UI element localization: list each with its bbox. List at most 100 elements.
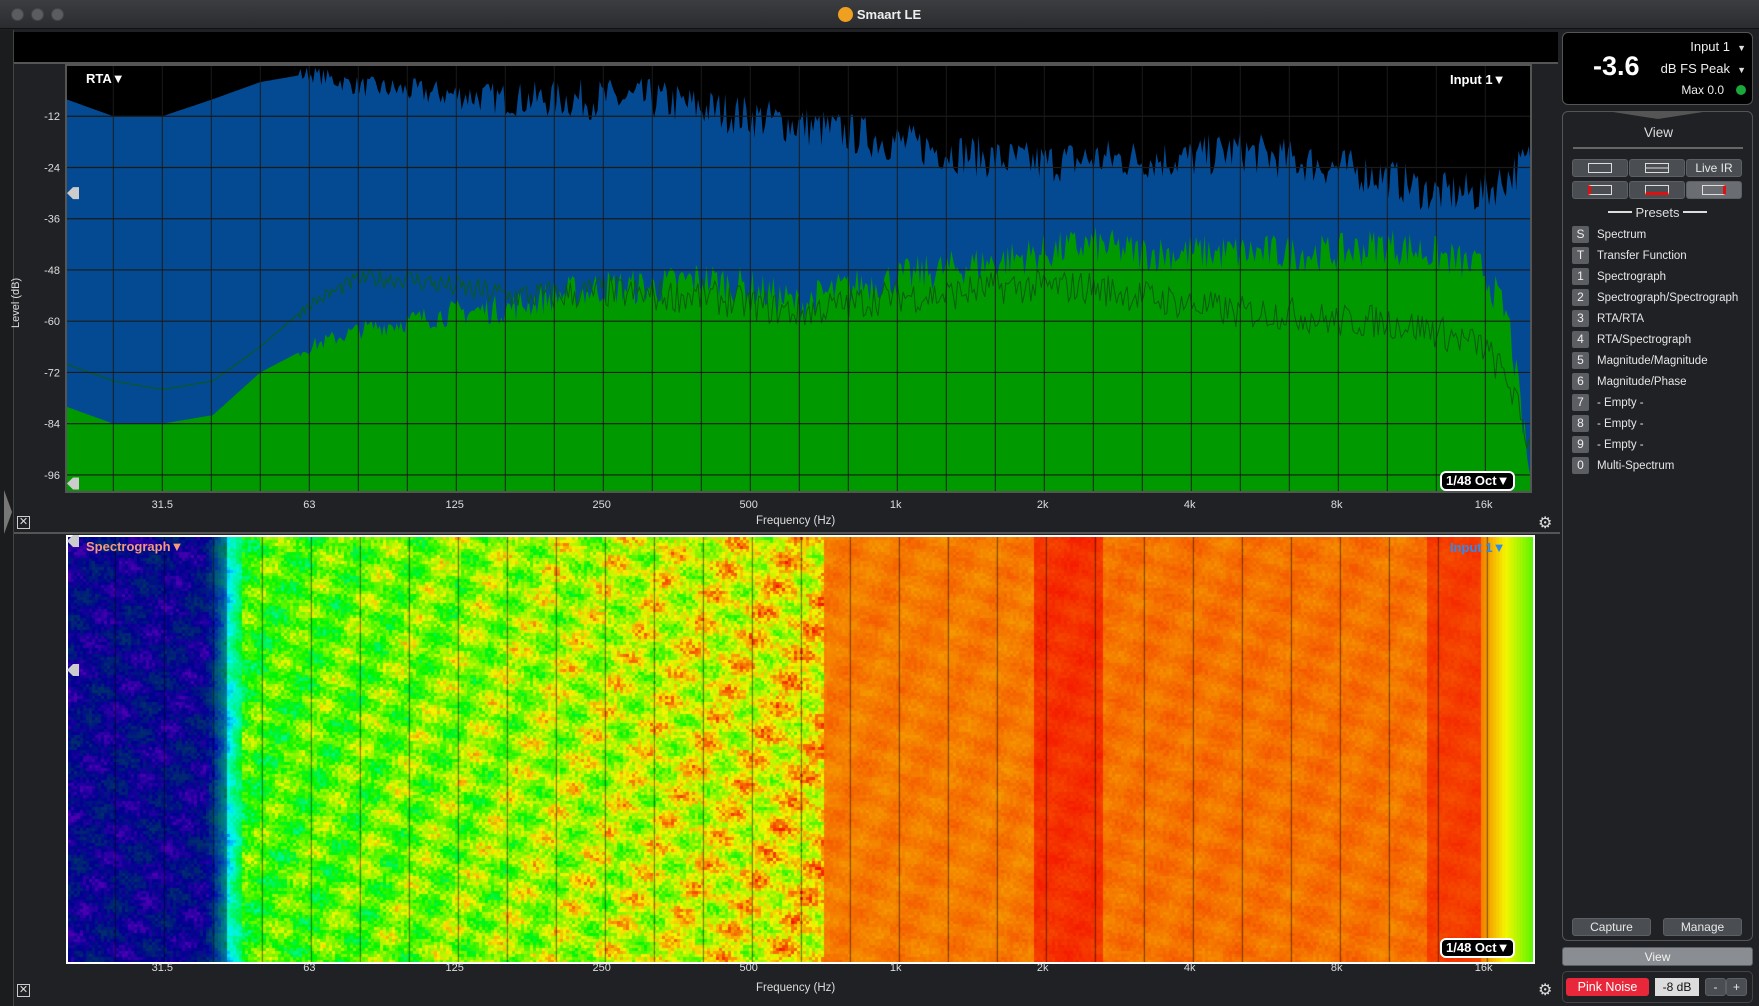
meter-value: -3.6 (1593, 51, 1640, 81)
app-icon (837, 7, 853, 22)
presets-heading: Presets (1562, 205, 1753, 220)
x-tick-label: 2k (1037, 962, 1049, 974)
preset-key: 4 (1572, 331, 1589, 348)
live-ir-button[interactable]: Live IR (1686, 159, 1742, 177)
presets-title: Presets (1635, 205, 1680, 220)
preset-item[interactable]: 8 - Empty - (1572, 414, 1644, 434)
x-tick-label: 63 (303, 962, 315, 974)
meter-input-dropdown[interactable]: Input 1 (1690, 39, 1730, 54)
preset-key: 8 (1572, 415, 1589, 432)
preset-label: Spectrum (1597, 229, 1647, 241)
close-pane-icon[interactable]: ✕ (17, 516, 30, 529)
x-tick-label: 125 (445, 962, 463, 974)
window-title: Smaart LE (856, 7, 922, 22)
y-tick-label: -24 (44, 162, 60, 174)
y-tick-label: -36 (44, 214, 60, 226)
preset-item[interactable]: 4 RTA/Spectrograph (1572, 330, 1691, 350)
manage-button[interactable]: Manage (1663, 918, 1742, 936)
rta-input-dropdown[interactable]: Input 1▼ (1450, 72, 1505, 87)
preset-item[interactable]: 9 - Empty - (1572, 435, 1644, 455)
gear-icon[interactable]: ⚙ (1538, 980, 1552, 1000)
x-tick-label: 1k (890, 962, 902, 974)
preset-key: 0 (1572, 457, 1589, 474)
preset-item[interactable]: 7 - Empty - (1572, 393, 1644, 413)
preset-key: T (1572, 247, 1589, 264)
x-tick-label: 8k (1331, 962, 1343, 974)
collapse-handle[interactable] (1613, 112, 1703, 119)
gear-icon[interactable]: ⚙ (1538, 513, 1552, 533)
minimize-window-button[interactable] (31, 8, 44, 21)
preset-label: Transfer Function (1597, 250, 1687, 262)
right-bar-toggle[interactable] (1686, 181, 1742, 199)
x-tick-label: 31.5 (152, 499, 173, 511)
x-tick-label: 8k (1331, 499, 1343, 511)
rta-mode-dropdown[interactable]: RTA▼ (86, 71, 125, 86)
bottom-bar-icon (1645, 185, 1669, 195)
preset-key: 5 (1572, 352, 1589, 369)
bottom-bar-toggle[interactable] (1629, 181, 1685, 199)
zoom-window-button[interactable] (51, 8, 64, 21)
pane-divider[interactable] (14, 532, 1560, 534)
generator-level-field[interactable]: -8 dB (1655, 978, 1699, 996)
x-tick-label: 500 (739, 499, 757, 511)
x-tick-label: 4k (1184, 499, 1196, 511)
spectrograph-input-dropdown[interactable]: Input 1▼ (1450, 540, 1505, 555)
close-window-button[interactable] (11, 8, 24, 21)
preset-label: - Empty - (1597, 418, 1644, 430)
chevron-down-icon[interactable]: ▼ (1737, 43, 1746, 53)
y-tick-label: -84 (44, 419, 60, 431)
preset-item[interactable]: 6 Magnitude/Phase (1572, 372, 1687, 392)
preset-label: Spectrograph/Spectrograph (1597, 292, 1739, 304)
view-title: View (1643, 125, 1674, 140)
x-tick-label: 16k (1475, 499, 1493, 511)
y-tick-label: -72 (44, 367, 60, 379)
range-handle (67, 664, 79, 676)
preset-label: RTA/Spectrograph (1597, 334, 1692, 346)
preset-item[interactable]: 1 Spectrograph (1572, 267, 1666, 287)
preset-item[interactable]: 5 Magnitude/Magnitude (1572, 351, 1708, 371)
pink-noise-button[interactable]: Pink Noise (1566, 978, 1649, 996)
preset-item[interactable]: T Transfer Function (1572, 246, 1687, 266)
status-dot (1736, 85, 1746, 95)
x-tick-label: 250 (592, 499, 610, 511)
dual-pane-layout-button[interactable] (1629, 159, 1685, 177)
level-meter: -3.6 Input 1 dB FS Peak ▼ ▼ Max 0.0 (1562, 32, 1753, 105)
preset-item[interactable]: 2 Spectrograph/Spectrograph (1572, 288, 1738, 308)
chevron-down-icon[interactable]: ▼ (1737, 65, 1746, 75)
top-strip (14, 32, 1558, 64)
meter-max: Max 0.0 (1681, 83, 1724, 97)
title-bar: Smaart LE (0, 0, 1759, 29)
capture-button[interactable]: Capture (1572, 918, 1651, 936)
preset-key: 2 (1572, 289, 1589, 306)
close-pane-icon[interactable]: ✕ (17, 984, 30, 997)
rta-resolution-dropdown[interactable]: 1/48 Oct▼ (1440, 471, 1516, 491)
x-tick-label: 1k (890, 499, 902, 511)
left-bar-icon (1588, 185, 1612, 195)
single-pane-layout-button[interactable] (1572, 159, 1628, 177)
preset-label: - Empty - (1597, 397, 1644, 409)
level-decrease-button[interactable]: - (1705, 978, 1726, 996)
x-tick-label: 125 (445, 499, 463, 511)
divider (1607, 211, 1632, 213)
left-bar-toggle[interactable] (1572, 181, 1628, 199)
preset-key: 1 (1572, 268, 1589, 285)
meter-unit-dropdown[interactable]: dB FS Peak (1661, 61, 1730, 76)
preset-item[interactable]: 0 Multi-Spectrum (1572, 456, 1674, 476)
rta-plot[interactable]: -12 -24 -36 -48 -60 -72 -84 -96 31.5 63 125 250 500 1… (14, 64, 1560, 534)
preset-item[interactable]: S Spectrum (1572, 225, 1646, 245)
spectrograph-mode-dropdown[interactable]: Spectrograph▼ (86, 539, 183, 554)
y-tick-label: -48 (44, 265, 60, 277)
expand-handle[interactable] (4, 490, 12, 534)
x-tick-label: 31.5 (152, 962, 173, 974)
level-increase-button[interactable]: + (1726, 978, 1747, 996)
x-tick-label: 250 (592, 962, 610, 974)
preset-item[interactable]: 3 RTA/RTA (1572, 309, 1644, 329)
spectrograph-resolution-dropdown[interactable]: 1/48 Oct▼ (1440, 938, 1516, 958)
view-toggle-button[interactable]: View (1562, 947, 1753, 966)
y-tick-label: -96 (44, 470, 60, 482)
spectrograph-x-axis-label: Frequency (Hz) (756, 982, 836, 994)
preset-key: 6 (1572, 373, 1589, 390)
preset-key: 3 (1572, 310, 1589, 327)
preset-label: RTA/RTA (1597, 313, 1645, 325)
preset-key: 9 (1572, 436, 1589, 453)
